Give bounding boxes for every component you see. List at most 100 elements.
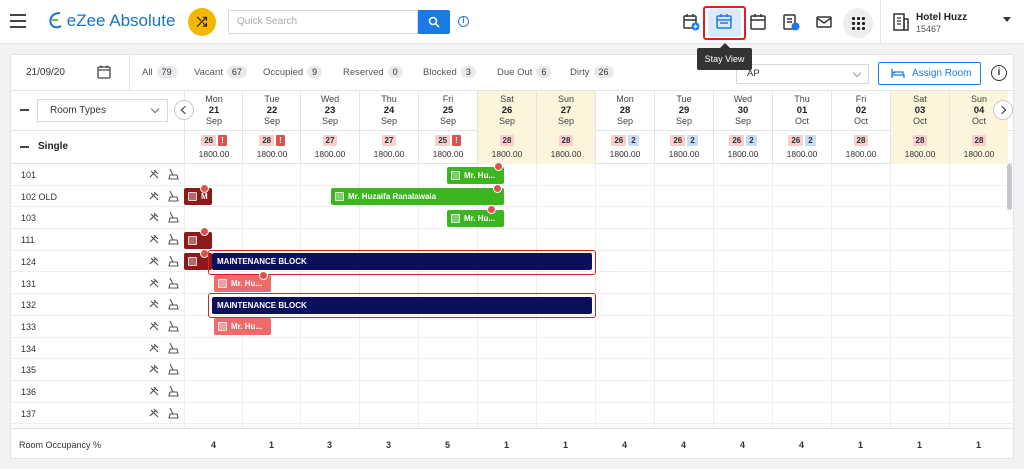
availability-cell[interactable]: 28 1800.00: [890, 131, 949, 164]
room-number[interactable]: 136: [21, 387, 36, 397]
clean-status-icon[interactable]: [148, 255, 160, 267]
room-number[interactable]: 101: [21, 170, 36, 180]
calendar-add-icon[interactable]: [681, 12, 701, 32]
status-dot-icon: [200, 183, 209, 193]
booking-bar[interactable]: Mr. Hu...: [447, 209, 504, 227]
room-number[interactable]: 102 OLD: [21, 192, 57, 202]
availability-cell[interactable]: 25! 1800.00: [418, 131, 477, 164]
filter-vacant[interactable]: Vacant 67: [194, 66, 247, 78]
search-input[interactable]: Quick Search: [228, 10, 418, 34]
search-button[interactable]: [418, 10, 450, 34]
booking-bar[interactable]: Mr. Hu...: [214, 318, 271, 336]
next-dates-button[interactable]: [993, 100, 1013, 120]
clean-status-icon[interactable]: [148, 363, 160, 375]
grid-line: [831, 164, 832, 428]
date-day: 28: [619, 105, 631, 116]
broom-icon[interactable]: [167, 385, 179, 397]
broom-icon[interactable]: [167, 320, 179, 332]
room-types-select[interactable]: Room Types: [37, 99, 168, 122]
room-number[interactable]: 124: [21, 257, 36, 267]
previous-dates-button[interactable]: [174, 100, 194, 120]
apps-grid-icon[interactable]: [843, 8, 873, 38]
chevron-down-icon[interactable]: [1003, 17, 1011, 22]
availability-cell[interactable]: 26 2 1800.00: [772, 131, 831, 164]
clean-status-icon[interactable]: [148, 190, 160, 202]
availability-cell[interactable]: 28 1800.00: [477, 131, 536, 164]
broom-icon[interactable]: [167, 298, 179, 310]
broom-icon[interactable]: [167, 211, 179, 223]
availability-cell[interactable]: 28! 1800.00: [242, 131, 301, 164]
room-number[interactable]: 134: [21, 344, 36, 354]
available-count-badge: 28: [259, 135, 275, 146]
broom-icon[interactable]: [167, 342, 179, 354]
availability-cell[interactable]: 27 1800.00: [300, 131, 359, 164]
reports-icon[interactable]: [781, 12, 801, 32]
broom-icon[interactable]: [167, 255, 179, 267]
room-number[interactable]: 133: [21, 322, 36, 332]
scrollbar[interactable]: [1007, 164, 1012, 210]
clean-status-icon[interactable]: [148, 298, 160, 310]
date-dow: Mon: [205, 94, 223, 104]
room-number[interactable]: 135: [21, 365, 36, 375]
clean-status-icon[interactable]: [148, 277, 160, 289]
app-logo[interactable]: eZee Absolute: [48, 11, 175, 31]
rate-plan-select[interactable]: AP: [736, 64, 869, 84]
filter-reserved[interactable]: Reserved 0: [343, 66, 403, 78]
clean-status-icon[interactable]: [148, 342, 160, 354]
availability-cell[interactable]: 28 1800.00: [831, 131, 890, 164]
date-mon: Oct: [794, 116, 809, 126]
occupancy-value: 3: [326, 440, 332, 450]
grid-line: [654, 164, 655, 428]
filter-occupied[interactable]: Occupied 9: [263, 66, 323, 78]
availability-cell[interactable]: 28 1800.00: [949, 131, 1008, 164]
availability-cell[interactable]: 26! 1800.00: [184, 131, 243, 164]
room-number[interactable]: 111: [21, 235, 35, 245]
shuffle-icon[interactable]: ⤮: [188, 8, 216, 36]
filter-all[interactable]: All 79: [142, 66, 177, 78]
filter-dirty[interactable]: Dirty 26: [570, 66, 614, 78]
availability-cell[interactable]: 26 2 1800.00: [595, 131, 654, 164]
broom-icon[interactable]: [167, 168, 179, 180]
assign-room-button[interactable]: Assign Room: [878, 62, 981, 85]
availability-cell[interactable]: 26 2 1800.00: [654, 131, 713, 164]
collapse-icon[interactable]: [20, 109, 29, 111]
availability-cell[interactable]: 28 1800.00: [536, 131, 595, 164]
broom-icon[interactable]: [167, 407, 179, 419]
clean-status-icon[interactable]: [148, 233, 160, 245]
room-number[interactable]: 103: [21, 213, 36, 223]
room-row: 102 OLD: [11, 186, 1015, 208]
availability-cell[interactable]: 27 1800.00: [359, 131, 418, 164]
occupancy-label: Room Occupancy %: [19, 440, 102, 450]
broom-icon[interactable]: [167, 233, 179, 245]
room-number[interactable]: 137: [21, 409, 36, 419]
clean-status-icon[interactable]: [148, 211, 160, 223]
hotel-name[interactable]: Hotel Huzz: [916, 12, 967, 23]
date-dow: Thu: [381, 94, 397, 104]
filter-due-out[interactable]: Due Out 6: [497, 66, 552, 78]
clean-status-icon[interactable]: [148, 168, 160, 180]
clean-status-icon[interactable]: [148, 385, 160, 397]
availability-cell[interactable]: 26 2 1800.00: [713, 131, 772, 164]
booking-bar[interactable]: Mr. Huzaifa Ranalawala: [331, 188, 504, 206]
stay-grid: Room Types Mon 21 Sep Tue 22 Sep Wed 23 Sep Thu 24…: [11, 91, 1015, 460]
broom-icon[interactable]: [167, 277, 179, 289]
available-count-badge: 25: [435, 135, 451, 146]
calendar-icon[interactable]: [748, 12, 768, 32]
broom-icon[interactable]: [167, 190, 179, 202]
available-count-badge: 28: [912, 135, 928, 146]
collapse-icon[interactable]: [20, 146, 29, 148]
filter-label: Due Out: [497, 67, 533, 78]
menu-icon[interactable]: [10, 14, 26, 28]
mail-icon[interactable]: [814, 12, 834, 32]
clean-status-icon[interactable]: [148, 407, 160, 419]
room-row: 103: [11, 207, 1015, 230]
info-icon[interactable]: i: [458, 16, 469, 27]
room-number[interactable]: 131: [21, 279, 36, 289]
clean-status-icon[interactable]: [148, 320, 160, 332]
current-date[interactable]: 21/09/20: [26, 67, 65, 78]
room-number[interactable]: 132: [21, 300, 36, 310]
filter-blocked[interactable]: Blocked 3: [423, 66, 476, 78]
calendar-icon[interactable]: [97, 65, 111, 79]
broom-icon[interactable]: [167, 363, 179, 375]
info-icon[interactable]: i: [991, 65, 1007, 81]
